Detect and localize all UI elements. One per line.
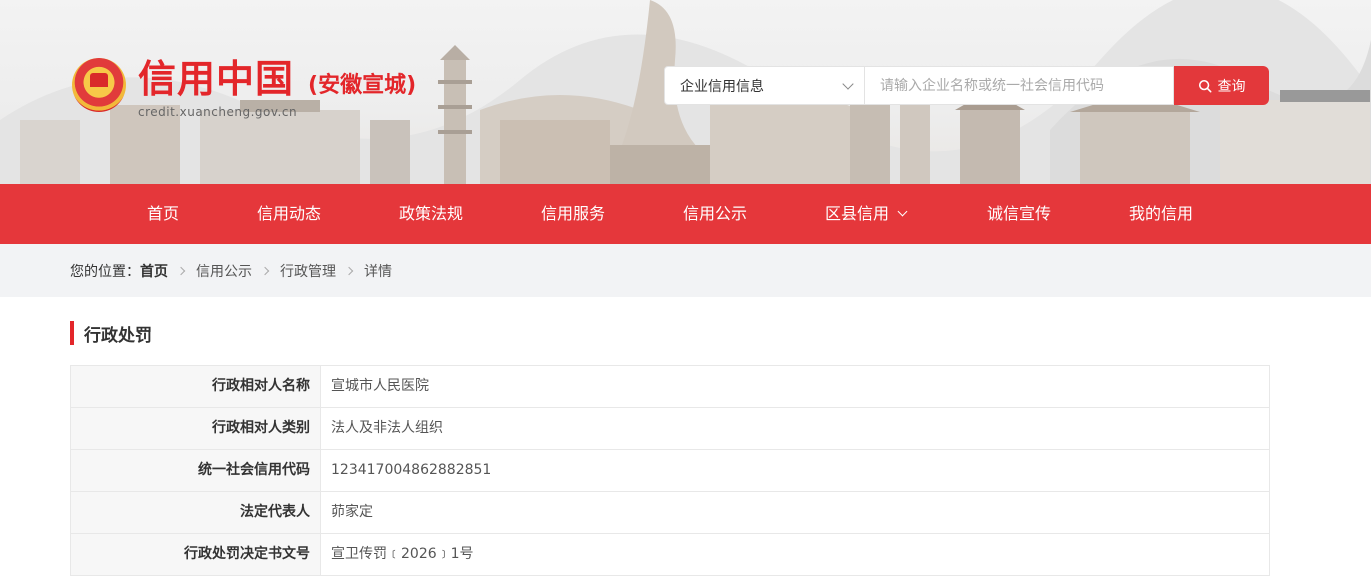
field-value: 123417004862882851 [331, 462, 492, 478]
search-button-label: 查询 [1217, 78, 1246, 95]
search-category-select[interactable]: 企业信用信息 [664, 66, 865, 105]
search-bar: 企业信用信息 查询 [664, 66, 1269, 105]
table-row: 行政相对人名称 宣城市人民医院 [70, 366, 1270, 408]
breadcrumb-home[interactable]: 首页 [140, 261, 168, 281]
field-value: 宣城市人民医院 [331, 378, 429, 394]
chevron-down-icon [897, 206, 908, 217]
nav-item-districts-label: 区县信用 [825, 204, 890, 223]
chevron-right-icon [260, 266, 270, 275]
nav-item-policy[interactable]: 政策法规 [399, 184, 463, 244]
chevron-right-icon [176, 266, 186, 275]
table-row: 统一社会信用代码 123417004862882851 [70, 450, 1270, 492]
table-row: 法定代表人 茆家定 [70, 492, 1270, 534]
field-label: 行政相对人类别 [71, 408, 321, 449]
field-value: 宣卫传罚﹝2026﹞1号 [331, 546, 474, 562]
field-label: 统一社会信用代码 [71, 450, 321, 491]
chevron-down-icon [842, 77, 854, 90]
search-input[interactable] [865, 66, 1174, 105]
table-row: 行政相对人类别 法人及非法人组织 [70, 408, 1270, 450]
table-row: 行政处罚决定书文号 宣卫传罚﹝2026﹞1号 [70, 534, 1270, 576]
chevron-right-icon [344, 266, 354, 275]
field-value: 茆家定 [331, 504, 373, 520]
section-title: 行政处罚 [84, 325, 152, 346]
field-label: 行政相对人名称 [71, 366, 321, 407]
nav-item-services[interactable]: 信用服务 [541, 184, 605, 244]
nav-item-integrity[interactable]: 诚信宣传 [987, 184, 1051, 244]
nav-item-my-credit[interactable]: 我的信用 [1129, 184, 1193, 244]
breadcrumb-item-detail: 详情 [364, 263, 392, 280]
search-button[interactable]: 查询 [1174, 66, 1269, 105]
breadcrumb: 您的位置： 首页 信用公示 行政管理 详情 [0, 244, 1371, 297]
detail-table: 行政相对人名称 宣城市人民医院 行政相对人类别 法人及非法人组织 统一社会信用代… [70, 365, 1270, 576]
search-category-value: 企业信用信息 [680, 78, 764, 95]
header-banner: 信用中国 (安徽宣城) credit.xuancheng.gov.cn 企业信用… [0, 0, 1371, 184]
search-icon [1198, 79, 1211, 92]
nav-item-districts[interactable]: 区县信用 [825, 184, 908, 244]
nav-item-disclosure[interactable]: 信用公示 [683, 184, 747, 244]
field-value: 法人及非法人组织 [331, 420, 443, 436]
logo-domain: credit.xuancheng.gov.cn [138, 105, 298, 119]
breadcrumb-lead: 您的位置： [70, 263, 140, 280]
national-emblem-icon [72, 58, 126, 112]
field-label: 法定代表人 [71, 492, 321, 533]
nav-item-news[interactable]: 信用动态 [257, 184, 321, 244]
breadcrumb-item-disclosure[interactable]: 信用公示 [196, 261, 252, 281]
main-nav: 首页 信用动态 政策法规 信用服务 信用公示 区县信用 诚信宣传 我的信用 [0, 184, 1371, 244]
section-heading: 行政处罚 [70, 321, 152, 346]
nav-item-home[interactable]: 首页 [147, 184, 179, 244]
field-label: 行政处罚决定书文号 [71, 534, 321, 575]
breadcrumb-item-admin[interactable]: 行政管理 [280, 261, 336, 281]
site-logo[interactable]: 信用中国 (安徽宣城) credit.xuancheng.gov.cn [72, 58, 416, 119]
section-accent-bar [70, 321, 74, 345]
logo-region: (安徽宣城) [308, 73, 417, 98]
logo-title: 信用中国 [138, 57, 295, 101]
